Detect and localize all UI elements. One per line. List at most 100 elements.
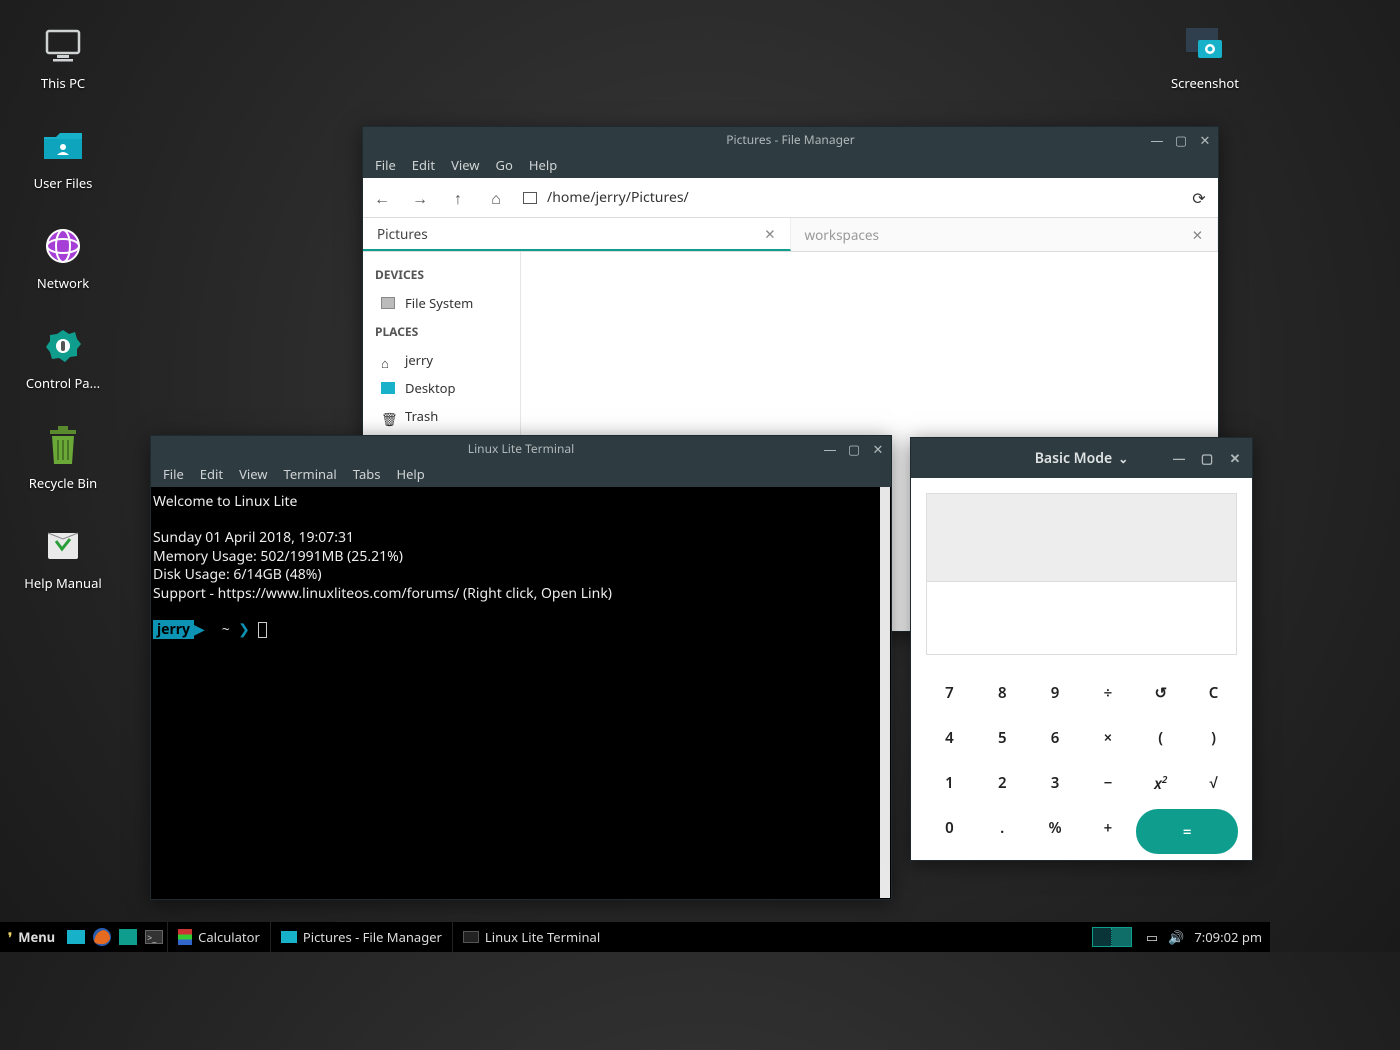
launcher-home[interactable] — [115, 924, 141, 950]
desktop-icon-control-panel[interactable]: Control Pa... — [18, 322, 108, 392]
menu-file[interactable]: File — [375, 156, 396, 174]
close-button[interactable]: ✕ — [1226, 449, 1244, 467]
terminal-titlebar[interactable]: Linux Lite Terminal — ▢ ✕ — [151, 436, 891, 461]
file-manager-menubar: File Edit View Go Help — [363, 152, 1218, 178]
close-button[interactable]: ✕ — [1196, 131, 1214, 149]
tab-close-icon[interactable]: ✕ — [764, 225, 775, 243]
start-menu-button[interactable]: ❜ Menu — [0, 928, 63, 946]
maximize-button[interactable]: ▢ — [1172, 131, 1190, 149]
home-icon — [119, 929, 137, 945]
minimize-button[interactable]: — — [821, 440, 839, 458]
tab-pictures[interactable]: Pictures ✕ — [363, 218, 791, 251]
key-percent[interactable]: % — [1029, 805, 1082, 850]
key-dot[interactable]: . — [976, 805, 1029, 850]
file-manager-titlebar[interactable]: Pictures - File Manager — ▢ ✕ — [363, 127, 1218, 152]
key-multiply[interactable]: × — [1081, 715, 1134, 760]
key-3[interactable]: 3 — [1029, 760, 1082, 805]
maximize-button[interactable]: ▢ — [845, 440, 863, 458]
key-8[interactable]: 8 — [976, 670, 1029, 715]
file-manager-tabstrip: Pictures ✕ workspaces ✕ — [363, 218, 1218, 252]
key-equals[interactable]: = — [1136, 809, 1238, 854]
menu-view[interactable]: View — [451, 156, 479, 174]
menu-view[interactable]: View — [239, 465, 267, 483]
key-rparen[interactable]: ) — [1187, 715, 1240, 760]
path-text: /home/jerry/Pictures/ — [547, 188, 689, 207]
desktop-icon-this-pc[interactable]: This PC — [18, 22, 108, 92]
desktop-icon-help-manual[interactable]: Help Manual — [18, 522, 108, 592]
key-9[interactable]: 9 — [1029, 670, 1082, 715]
minimize-button[interactable]: — — [1170, 449, 1188, 467]
key-1[interactable]: 1 — [923, 760, 976, 805]
menu-go[interactable]: Go — [496, 156, 513, 174]
nav-home-button[interactable]: ⌂ — [477, 178, 515, 218]
key-undo[interactable]: ↺ — [1134, 670, 1187, 715]
key-4[interactable]: 4 — [923, 715, 976, 760]
key-5[interactable]: 5 — [976, 715, 1029, 760]
disk-icon — [381, 297, 395, 309]
terminal-body[interactable]: Welcome to Linux Lite Sunday 01 April 20… — [151, 487, 891, 899]
task-label: Calculator — [198, 928, 260, 946]
tray-clock[interactable]: 7:09:02 pm — [1194, 928, 1262, 946]
nav-up-button[interactable]: ↑ — [439, 178, 477, 218]
sidebar-item-desktop[interactable]: Desktop — [363, 374, 520, 402]
desktop-icon-recycle-bin[interactable]: Recycle Bin — [18, 422, 108, 492]
tray-volume-icon[interactable]: 🔊 — [1168, 928, 1184, 946]
key-6[interactable]: 6 — [1029, 715, 1082, 760]
sidebar-heading-places: PLACES — [363, 317, 520, 346]
key-2[interactable]: 2 — [976, 760, 1029, 805]
close-button[interactable]: ✕ — [869, 440, 887, 458]
nav-forward-button[interactable]: → — [401, 178, 439, 218]
sidebar-item-trash[interactable]: 🗑 Trash — [363, 402, 520, 430]
sidebar-item-label: jerry — [405, 351, 433, 369]
launcher-files[interactable] — [63, 924, 89, 950]
term-line: Disk Usage: 6/14GB (48%) — [153, 565, 322, 584]
calculator-mode-label[interactable]: Basic Mode — [1035, 449, 1113, 468]
key-7[interactable]: 7 — [923, 670, 976, 715]
desktop-icon-network[interactable]: Network — [18, 222, 108, 292]
key-plus[interactable]: + — [1081, 805, 1134, 850]
workspace-switcher[interactable] — [1092, 927, 1132, 947]
chevron-down-icon[interactable]: ⌄ — [1118, 450, 1128, 467]
desktop-icon-label: Control Pa... — [18, 374, 108, 392]
taskbar: ❜ Menu >_ Calculator Pictures - File Man… — [0, 922, 1270, 952]
key-divide[interactable]: ÷ — [1081, 670, 1134, 715]
taskbar-task-calculator[interactable]: Calculator — [167, 922, 270, 952]
key-square[interactable]: x2 — [1134, 760, 1187, 805]
key-0[interactable]: 0 — [923, 805, 976, 850]
calculator-titlebar[interactable]: Basic Mode ⌄ — ▢ ✕ — [911, 438, 1252, 478]
key-minus[interactable]: − — [1081, 760, 1134, 805]
sidebar-item-home[interactable]: ⌂ jerry — [363, 346, 520, 374]
maximize-button[interactable]: ▢ — [1198, 449, 1216, 467]
menu-file[interactable]: File — [163, 465, 184, 483]
menu-edit[interactable]: Edit — [200, 465, 223, 483]
calc-icon — [178, 929, 192, 945]
tab-close-icon[interactable]: ✕ — [1192, 226, 1203, 244]
menu-help[interactable]: Help — [529, 156, 557, 174]
menu-tabs[interactable]: Tabs — [353, 465, 381, 483]
calculator-keypad: 7 8 9 ÷ ↺ C 4 5 6 × ( ) 1 2 3 − x2 √ 0 .… — [911, 670, 1252, 870]
launcher-firefox[interactable] — [89, 924, 115, 950]
menu-terminal[interactable]: Terminal — [284, 465, 337, 483]
desktop-icon-screenshot[interactable]: Screenshot — [1160, 22, 1250, 92]
path-bar[interactable]: /home/jerry/Pictures/ — [515, 188, 1180, 207]
taskbar-task-filemanager[interactable]: Pictures - File Manager — [270, 922, 452, 952]
desktop-icon-user-files[interactable]: User Files — [18, 122, 108, 192]
calc-display-input[interactable] — [927, 581, 1236, 654]
menu-edit[interactable]: Edit — [412, 156, 435, 174]
trash-small-icon: 🗑 — [381, 410, 395, 422]
launcher-terminal[interactable]: >_ — [141, 924, 167, 950]
reload-button[interactable]: ⟳ — [1180, 178, 1218, 218]
home-icon: ⌂ — [381, 354, 395, 366]
sidebar-item-filesystem[interactable]: File System — [363, 289, 520, 317]
key-clear[interactable]: C — [1187, 670, 1240, 715]
nav-back-button[interactable]: ← — [363, 178, 401, 218]
minimize-button[interactable]: — — [1148, 131, 1166, 149]
tray-display-icon[interactable]: ▭ — [1146, 928, 1158, 946]
key-sqrt[interactable]: √ — [1187, 760, 1240, 805]
terminal-icon — [463, 931, 479, 943]
terminal-scrollbar[interactable] — [880, 487, 890, 898]
tab-workspaces[interactable]: workspaces ✕ — [791, 218, 1219, 251]
taskbar-task-terminal[interactable]: Linux Lite Terminal — [452, 922, 610, 952]
menu-help[interactable]: Help — [396, 465, 424, 483]
key-lparen[interactable]: ( — [1134, 715, 1187, 760]
